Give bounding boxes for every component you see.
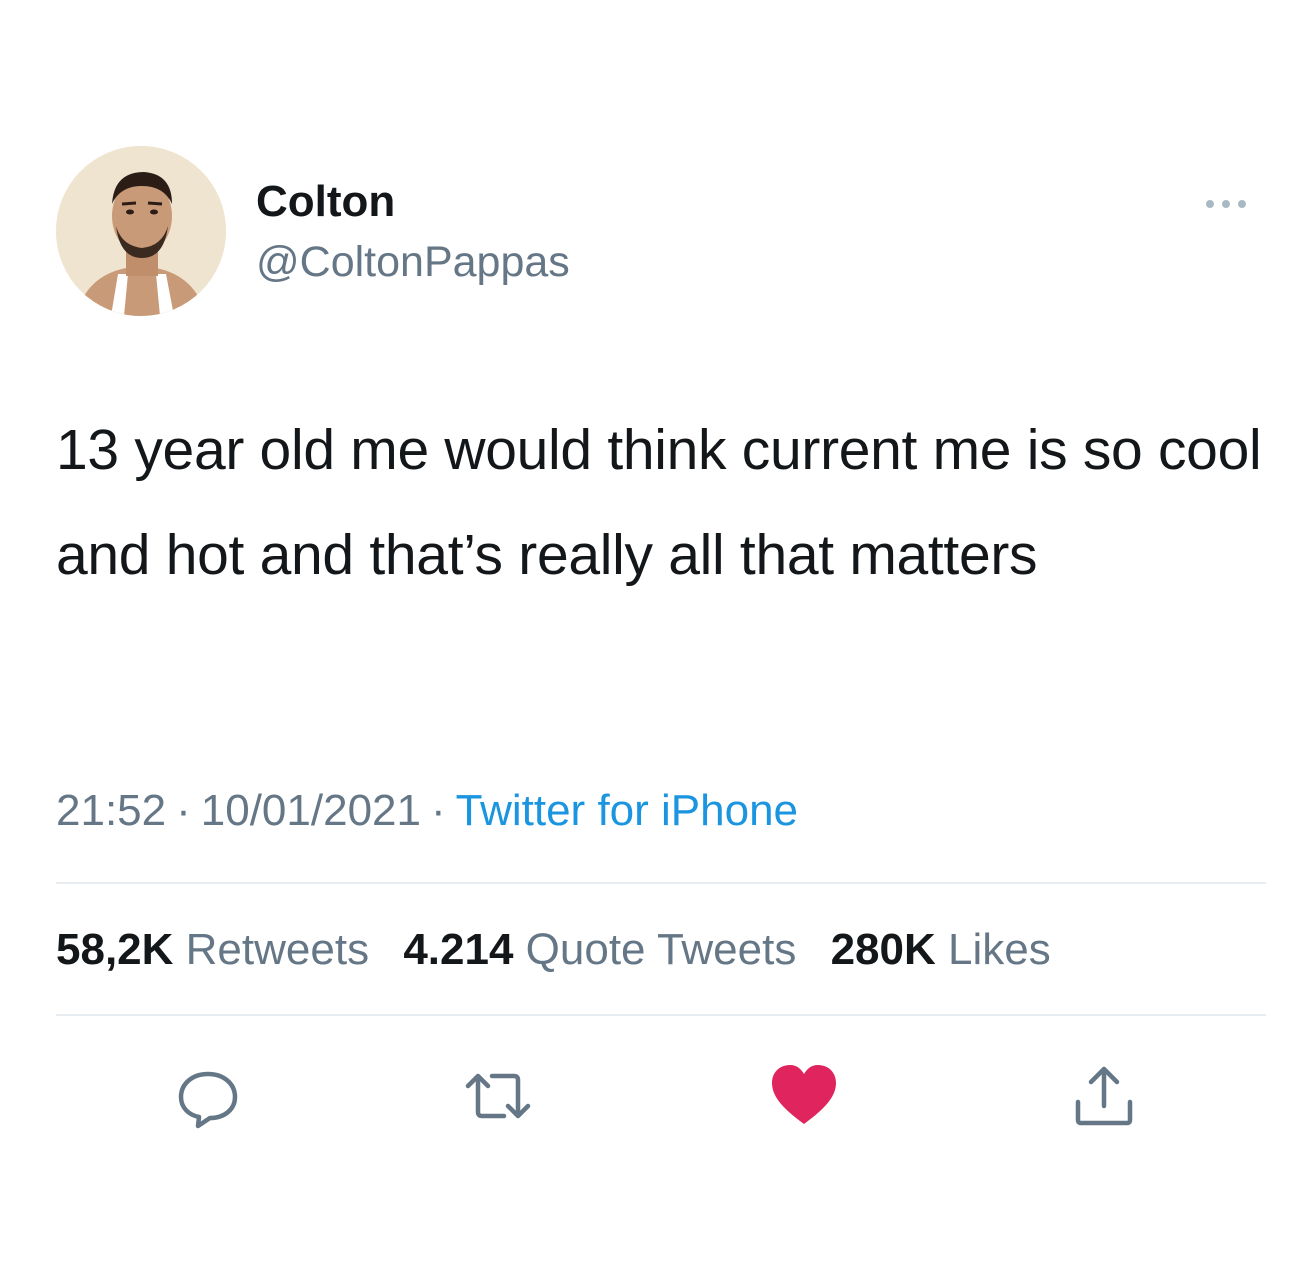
tweet-time: 21:52 — [56, 786, 167, 835]
meta-separator: · — [176, 786, 191, 835]
avatar-photo — [56, 146, 226, 316]
like-icon[interactable] — [768, 1060, 840, 1132]
meta-separator: · — [430, 786, 446, 835]
retweets-stat[interactable]: 58,2K Retweets — [56, 925, 369, 974]
share-icon[interactable] — [1068, 1060, 1140, 1132]
likes-stat[interactable]: 280K Likes — [831, 925, 1051, 974]
tweet-source-link[interactable]: Twitter for iPhone — [456, 786, 798, 835]
tweet-text: 13 year old me would think current me is… — [56, 418, 1262, 587]
quote-tweets-count: 4.214 — [403, 925, 514, 974]
quote-tweets-label: Quote Tweets — [525, 925, 797, 974]
retweet-icon[interactable] — [458, 1060, 531, 1132]
retweets-label: Retweets — [185, 925, 370, 974]
tweet-date: 10/01/2021 — [200, 786, 421, 835]
retweets-count: 58,2K — [56, 925, 174, 974]
tweet-stats: 58,2K Retweets 4.214 Quote Tweets 280K L… — [56, 924, 1073, 976]
divider — [56, 1014, 1266, 1016]
quote-tweets-stat[interactable]: 4.214 Quote Tweets — [403, 925, 796, 974]
likes-count: 280K — [830, 925, 936, 974]
tweet-meta: 21:52 · 10/01/2021 · Twitter for iPhone — [56, 785, 798, 837]
author-display-name[interactable]: Colton — [256, 176, 395, 228]
divider — [56, 882, 1266, 884]
likes-label: Likes — [948, 925, 1051, 974]
more-options-icon[interactable] — [1196, 192, 1256, 216]
avatar[interactable] — [56, 146, 226, 316]
author-handle[interactable]: @ColtonPappas — [256, 236, 570, 288]
reply-icon[interactable] — [172, 1060, 244, 1132]
